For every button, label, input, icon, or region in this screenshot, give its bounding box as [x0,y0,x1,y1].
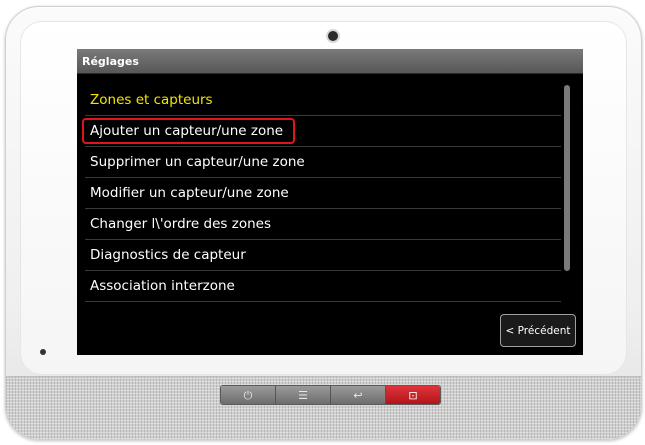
menu-item-add-sensor[interactable]: Ajouter un capteur/une zone [82,116,561,147]
touch-screen: Réglages Zones et capteurs Ajouter un ca… [77,49,583,355]
menu-item-interzone-association[interactable]: Association interzone [85,271,561,302]
page-title: Réglages [77,49,583,74]
status-led [40,349,46,355]
hardware-buttons: ⏻ ☰ ↩ ⊡ [220,385,441,405]
scrollbar[interactable] [564,85,570,271]
previous-button[interactable]: < Précédent [500,314,576,347]
menu-icon: ☰ [298,388,308,402]
menu-item-delete-sensor[interactable]: Supprimer un capteur/une zone [85,147,561,178]
alarm-button[interactable]: ⊡ [386,386,440,404]
power-button[interactable]: ⏻ [221,386,276,404]
camera-icon [328,31,338,41]
menu-item-sensor-diagnostics[interactable]: Diagnostics de capteur [85,240,561,271]
menu-item-reorder-zones[interactable]: Changer l\'ordre des zones [85,209,561,240]
back-hardware-button[interactable]: ↩ [331,386,386,404]
back-arrow-icon: ↩ [353,388,363,402]
alarm-icon: ⊡ [408,388,418,402]
settings-menu: Zones et capteurs Ajouter un capteur/une… [82,85,561,302]
menu-section-header: Zones et capteurs [85,85,561,116]
menu-item-edit-sensor[interactable]: Modifier un capteur/une zone [85,178,561,209]
power-icon: ⏻ [243,388,253,402]
menu-button[interactable]: ☰ [276,386,331,404]
